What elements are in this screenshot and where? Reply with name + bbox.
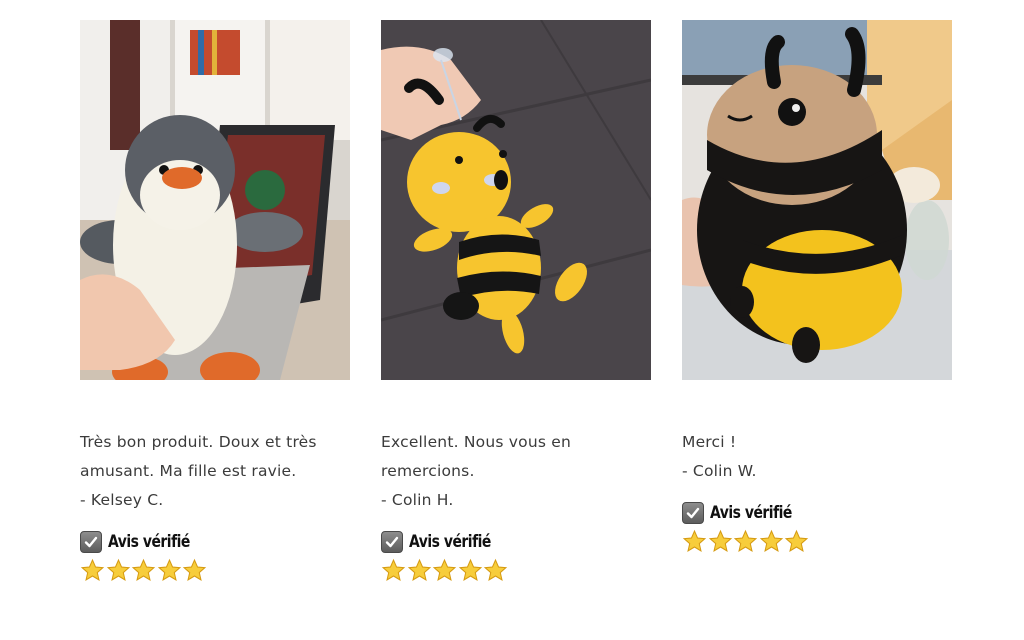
review-text: Merci ! - Colin W. [682,428,952,486]
review-card: Très bon produit. Doux et très amusant. … [80,20,350,583]
review-line: remercions. [381,462,475,480]
verified-label: Avis vérifié [108,532,190,552]
bumblebee-plush-photo[interactable] [682,20,952,380]
star-icon [784,529,809,552]
reviewer-name: - Colin H. [381,491,454,509]
verified-badge: Avis vérifié [381,529,651,555]
review-text: Excellent. Nous vous en remercions. - Co… [381,428,651,515]
star-icon [157,558,181,581]
review-line: Très bon produit. Doux et très [80,433,317,451]
star-icon [106,558,130,581]
star-icon [381,558,406,581]
reviewer-name: - Colin W. [682,462,757,480]
verified-label: Avis vérifié [710,503,792,523]
review-card: Merci ! - Colin W. Avis vérifié [682,20,952,554]
star-rating [80,557,350,583]
bee-plush-photo[interactable] [381,20,651,380]
review-card: Excellent. Nous vous en remercions. - Co… [381,20,651,583]
star-icon [458,558,482,581]
review-line: Excellent. Nous vous en [381,433,572,451]
checkmark-icon [80,531,102,553]
star-icon [733,529,758,552]
penguin-plush-image [80,20,350,380]
bumblebee-plush-image [682,20,952,380]
bee-plush-image [381,20,651,380]
star-icon [131,558,156,581]
star-icon [759,529,783,552]
star-icon [407,558,431,581]
star-icon [483,558,508,581]
star-icon [432,558,457,581]
review-line: Merci ! [682,433,737,451]
verified-label: Avis vérifié [409,532,491,552]
star-icon [182,558,207,581]
checkmark-icon [682,502,704,524]
reviewer-name: - Kelsey C. [80,491,164,509]
star-rating [682,528,952,554]
star-icon [682,529,707,552]
penguin-plush-photo[interactable] [80,20,350,380]
checkmark-icon [381,531,403,553]
verified-badge: Avis vérifié [682,500,952,526]
verified-badge: Avis vérifié [80,529,350,555]
reviews-grid: Très bon produit. Doux et très amusant. … [0,0,1024,640]
review-line: amusant. Ma fille est ravie. [80,462,297,480]
star-icon [708,529,732,552]
star-icon [80,558,105,581]
star-rating [381,557,651,583]
review-text: Très bon produit. Doux et très amusant. … [80,428,350,515]
